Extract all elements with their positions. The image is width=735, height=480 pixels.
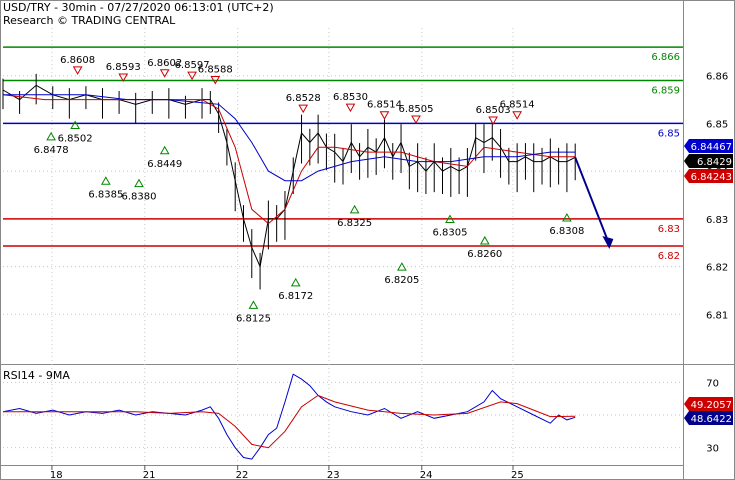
swing-low-marker: [479, 235, 490, 245]
time-axis: 18 21 22 23 24 25: [50, 465, 524, 480]
rsi-line: [2, 373, 576, 460]
swing-low-label: 6.8502: [58, 133, 93, 144]
x-tick-label: 23: [327, 470, 340, 480]
chart-title: USD/TRY - 30min - 07/27/2020 06:13:01 (U…: [3, 1, 274, 14]
price-axis: 6.866.856.846.836.826.81: [706, 72, 728, 322]
swing-low-marker: [290, 277, 301, 287]
swing-high-marker: [72, 66, 83, 75]
level-label-resistance: 6.859: [651, 85, 680, 96]
y-tick-label: 6.83: [706, 215, 728, 226]
swing-markers: 6.86086.8593 6.86026.85976.85886.8528 6.85…: [34, 55, 585, 324]
chart-canvas: 6.8666.8596.856.836.82 6.86086.8593 6.860…: [0, 0, 735, 480]
swing-low-marker: [70, 120, 81, 129]
swing-high-label: 6.8530: [333, 92, 368, 103]
x-tick-label: 25: [511, 470, 524, 480]
x-tick-label: 22: [236, 470, 249, 480]
rsi-ma-line: [3, 394, 576, 449]
swing-low-label: 6.8478: [34, 145, 69, 156]
swing-low-label: 6.8449: [147, 159, 182, 170]
rsi-series: [2, 373, 576, 460]
price-tag-label: 6.84467: [691, 142, 732, 153]
swing-low-label: 6.8125: [236, 313, 271, 324]
chart-source: Research © TRADING CENTRAL: [3, 14, 176, 27]
swing-low-label: 6.8385: [88, 189, 123, 200]
swing-high-label: 6.8593: [106, 62, 141, 73]
swing-high-marker: [411, 115, 421, 125]
swing-high-label: 6.8528: [286, 93, 321, 104]
price-tag-label: 6.8429: [697, 157, 732, 168]
forecast-arrowhead: [602, 236, 614, 250]
y-tick-label: 6.86: [706, 72, 728, 83]
swing-low-label: 6.8205: [384, 275, 419, 286]
swing-low-marker: [248, 300, 259, 309]
swing-low-label: 6.8172: [278, 291, 313, 302]
swing-high-marker: [379, 111, 390, 120]
rsi-title: RSI14 - 9MA: [3, 369, 70, 382]
rsi-tick-label: 70: [706, 378, 719, 389]
swing-low-label: 6.8308: [549, 226, 584, 237]
swing-high-marker: [512, 111, 523, 120]
swing-high-label: 6.8608: [60, 55, 95, 66]
swing-low-label: 6.8325: [337, 218, 372, 229]
x-tick-label: 24: [420, 470, 433, 480]
swing-low-marker: [100, 176, 111, 185]
level-label-support: 6.83: [658, 224, 680, 235]
swing-high-marker: [298, 104, 309, 114]
swing-low-label: 6.8260: [467, 249, 502, 260]
swing-high-label: 6.8505: [398, 104, 433, 115]
swing-high-label: 6.8514: [367, 100, 402, 111]
swing-low-marker: [159, 145, 170, 155]
swing-high-label: 6.8588: [198, 64, 233, 75]
swing-high-marker: [187, 71, 197, 81]
price-tag-label: 6.84243: [691, 172, 732, 183]
swing-high-marker: [345, 103, 356, 113]
swing-low-marker: [562, 213, 572, 222]
swing-low-marker: [349, 204, 360, 214]
swing-low-marker: [46, 131, 56, 141]
rsi-tick-label: 30: [706, 444, 719, 455]
x-tick-label: 21: [143, 470, 156, 480]
swing-low-label: 6.8305: [432, 227, 467, 238]
swing-low-marker: [134, 178, 144, 188]
y-tick-label: 6.81: [706, 310, 728, 321]
rsi-tag-label: 48.6422: [691, 414, 732, 425]
rsi-tag-label: 49.2057: [691, 400, 732, 411]
y-tick-label: 6.85: [706, 119, 728, 130]
swing-low-label: 6.8380: [122, 192, 157, 203]
level-label-resistance: 6.866: [651, 52, 680, 63]
swing-high-label: 6.8514: [500, 100, 535, 111]
level-label-pivot: 6.85: [658, 128, 680, 139]
level-label-support: 6.82: [658, 251, 680, 262]
rsi-grid: [3, 381, 683, 449]
x-tick-label: 18: [50, 470, 63, 480]
y-tick-label: 6.82: [706, 263, 728, 274]
